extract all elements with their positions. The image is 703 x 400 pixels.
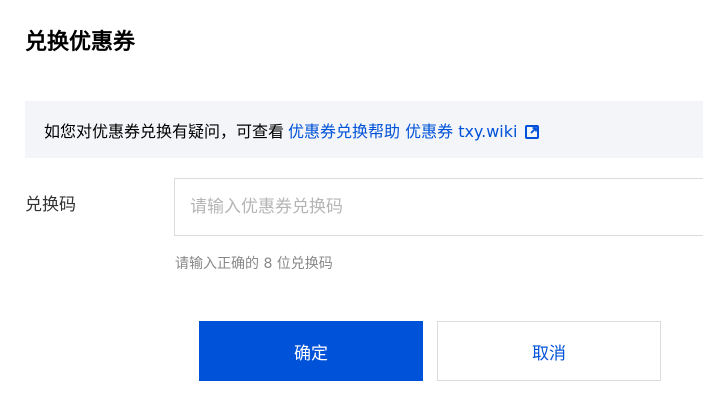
- external-link-icon[interactable]: [525, 124, 540, 139]
- cancel-button[interactable]: 取消: [437, 321, 661, 381]
- redeem-coupon-dialog: 兑换优惠券 如您对优惠券兑换有疑问，可查看 优惠券兑换帮助 优惠券 txy.wi…: [0, 0, 703, 400]
- notice-text: 如您对优惠券兑换有疑问，可查看: [44, 121, 285, 141]
- dialog-title: 兑换优惠券: [25, 30, 136, 55]
- help-notice: 如您对优惠券兑换有疑问，可查看 优惠券兑换帮助 优惠券 txy.wiki: [25, 101, 703, 158]
- redeem-code-input[interactable]: [174, 178, 703, 236]
- code-label: 兑换码: [25, 195, 76, 215]
- confirm-button[interactable]: 确定: [199, 321, 423, 381]
- redeem-help-link[interactable]: 优惠券兑换帮助 优惠券 txy.wiki: [288, 118, 517, 142]
- code-hint: 请输入正确的 8 位兑换码: [175, 256, 333, 272]
